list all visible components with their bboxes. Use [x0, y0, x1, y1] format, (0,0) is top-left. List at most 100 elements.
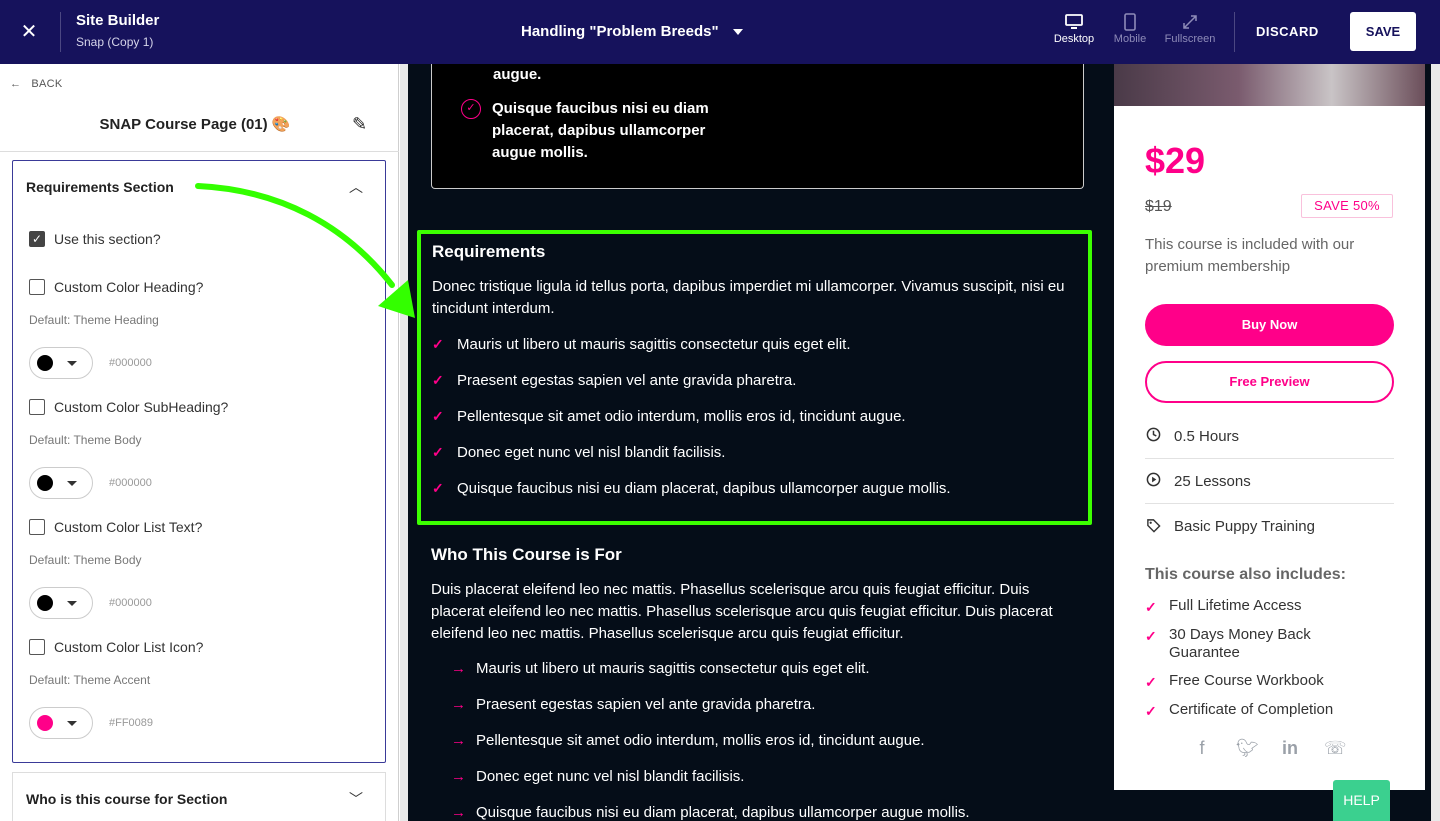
meta-text: 25 Lessons	[1174, 472, 1251, 490]
caret-down-icon	[67, 600, 77, 606]
play-icon	[1145, 472, 1161, 490]
buy-now-button[interactable]: Buy Now	[1145, 304, 1394, 346]
list-item: ✓ Donec eget nunc vel nisl blandit facili…	[432, 434, 951, 470]
meta-text: 0.5 Hours	[1174, 427, 1240, 445]
page-preview: augue. ✓ Quisque faucibus nisi eu diam p…	[408, 64, 1440, 821]
check-icon: ✓	[432, 443, 444, 460]
list-item: → Mauris ut libero ut mauris sagittis con…	[451, 650, 970, 686]
app-subtitle: Snap (Copy 1)	[76, 35, 154, 49]
chevron-up-icon[interactable]: ︿	[349, 177, 363, 197]
custom-color-heading-checkbox[interactable]	[29, 279, 45, 295]
custom-color-subheading-row[interactable]: Custom Color SubHeading?	[29, 399, 228, 415]
list-item: ✓ 30 Days Money Back Guarantee	[1145, 626, 1394, 662]
list-item-text: Free Course Workbook	[1169, 672, 1324, 689]
check-icon: ✓	[1145, 703, 1157, 719]
free-preview-button[interactable]: Free Preview	[1145, 361, 1394, 403]
tag-icon	[1145, 518, 1161, 536]
scrollbar[interactable]	[1431, 64, 1440, 821]
app-title: Site Builder	[76, 12, 160, 29]
outcomes-card: augue. ✓ Quisque faucibus nisi eu diam p…	[431, 64, 1084, 189]
list-item-text: Certificate of Completion	[1169, 701, 1334, 718]
requirements-body: Donec tristique ligula id tellus porta, …	[432, 278, 1065, 317]
check-circle-icon: ✓	[461, 99, 481, 119]
color-swatch	[37, 715, 53, 731]
arrow-right-icon: →	[451, 803, 466, 821]
old-price: $19	[1145, 198, 1172, 215]
list-item-text: 30 Days Money Back Guarantee	[1169, 626, 1311, 661]
close-button[interactable]: ✕	[16, 20, 42, 46]
view-mobile-button[interactable]: Mobile	[1100, 13, 1160, 45]
fullscreen-icon	[1160, 13, 1220, 33]
color-picker-subheading[interactable]	[29, 467, 93, 499]
list-item-text: Full Lifetime Access	[1169, 597, 1302, 614]
option-label: Custom Color SubHeading?	[54, 399, 229, 415]
custom-color-list-text-checkbox[interactable]	[29, 519, 45, 535]
hex-value: #000000	[109, 477, 152, 489]
twitter-icon[interactable]: 🐦︎	[1236, 738, 1259, 759]
color-picker-list-icon[interactable]	[29, 707, 93, 739]
list-item-partial: augue.	[493, 66, 542, 83]
who-is-this-course-for-panel[interactable]: Who is this course for Section ﹀	[12, 772, 386, 821]
chevron-down-icon	[732, 28, 743, 35]
use-section-checkbox[interactable]: ✓	[29, 231, 45, 247]
facebook-icon[interactable]: f	[1192, 738, 1212, 759]
list-item: ✓ Quisque faucibus nisi eu diam placerat,…	[432, 470, 951, 506]
custom-color-list-icon-checkbox[interactable]	[29, 639, 45, 655]
list-item: ✓ Praesent egestas sapien vel ante gravid…	[432, 362, 951, 398]
chevron-down-icon[interactable]: ﹀	[349, 789, 363, 809]
color-swatch	[37, 595, 53, 611]
clock-icon	[1145, 427, 1161, 445]
also-includes-title: This course also includes:	[1145, 566, 1346, 583]
caret-down-icon	[67, 480, 77, 486]
whatsapp-icon[interactable]: ☏	[1324, 738, 1347, 759]
custom-color-subheading-checkbox[interactable]	[29, 399, 45, 415]
requirements-section[interactable]: Requirements Donec tristique ligula id t…	[417, 230, 1092, 525]
check-icon: ✓	[432, 371, 444, 388]
who-body: Duis placerat eleifend leo nec mattis. P…	[431, 581, 1053, 642]
view-fullscreen-button[interactable]: Fullscreen	[1160, 13, 1220, 45]
list-item-text: Quisque faucibus nisi eu diam placerat, …	[457, 479, 951, 497]
sidebar: ← BACK SNAP Course Page (01) 🎨 ✎ Require…	[0, 64, 399, 821]
who-list: → Mauris ut libero ut mauris sagittis con…	[451, 650, 970, 821]
back-link[interactable]: ← BACK	[10, 78, 62, 90]
custom-color-list-icon-row[interactable]: Custom Color List Icon?	[29, 639, 203, 655]
hex-value: #000000	[109, 357, 152, 369]
use-section-checkbox-row[interactable]: ✓ Use this section?	[29, 231, 161, 247]
sidebar-title: SNAP Course Page (01) 🎨	[99, 116, 291, 133]
color-swatch	[37, 355, 53, 371]
membership-note: This course is included with our premium…	[1145, 236, 1355, 275]
arrow-right-icon: →	[451, 767, 466, 785]
custom-color-list-text-row[interactable]: Custom Color List Text?	[29, 519, 202, 535]
divider	[0, 151, 399, 152]
list-item: ✓ Free Course Workbook	[1145, 672, 1394, 691]
custom-color-heading-row[interactable]: Custom Color Heading?	[29, 279, 203, 295]
default-hint: Default: Theme Body	[29, 553, 142, 567]
desktop-icon	[1044, 13, 1104, 33]
meta-lessons: 25 Lessons	[1145, 459, 1394, 504]
list-item-text: Quisque faucibus nisi eu diam placerat, …	[492, 100, 709, 161]
also-includes-list: ✓ Full Lifetime Access ✓ 30 Days Money Bac…	[1145, 597, 1394, 730]
save-button[interactable]: SAVE	[1350, 12, 1416, 51]
panel-title[interactable]: Requirements Section	[26, 179, 174, 195]
check-icon: ✓	[432, 335, 444, 352]
check-icon: ✓	[1145, 628, 1157, 644]
help-button[interactable]: HELP	[1333, 780, 1390, 821]
close-icon: ✕	[20, 21, 38, 43]
linkedin-icon[interactable]: in	[1280, 738, 1300, 759]
view-fullscreen-label: Fullscreen	[1164, 33, 1216, 45]
arrow-right-icon: →	[451, 731, 466, 749]
discard-button[interactable]: DISCARD	[1256, 24, 1319, 39]
default-hint: Default: Theme Heading	[29, 313, 159, 327]
arrow-right-icon: →	[451, 695, 466, 713]
color-picker-heading[interactable]	[29, 347, 93, 379]
view-desktop-button[interactable]: Desktop	[1044, 13, 1104, 45]
mobile-icon	[1100, 13, 1160, 33]
page-select-dropdown[interactable]: Handling "Problem Breeds"	[521, 23, 743, 40]
view-mobile-label: Mobile	[1113, 33, 1147, 45]
page-select-label: Handling "Problem Breeds"	[521, 23, 719, 40]
edit-pencil-icon[interactable]: ✎	[352, 114, 367, 135]
list-item-text: Praesent egestas sapien vel ante gravida…	[476, 695, 816, 713]
color-picker-list-text[interactable]	[29, 587, 93, 619]
list-item: → Praesent egestas sapien vel ante gravid…	[451, 686, 970, 722]
list-item-text: Pellentesque sit amet odio interdum, mol…	[476, 731, 925, 749]
